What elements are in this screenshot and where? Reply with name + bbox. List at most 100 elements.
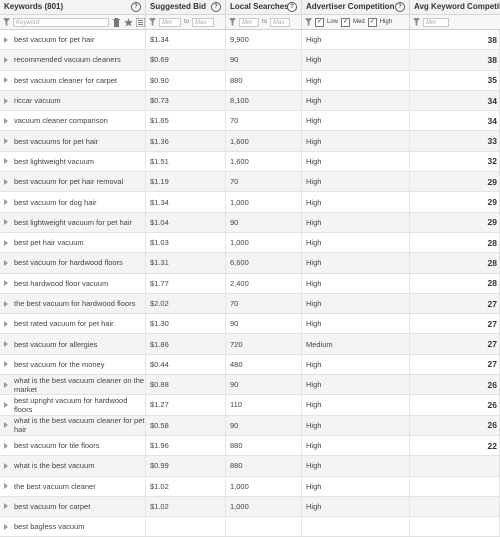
expand-arrow-icon[interactable] [4,239,8,246]
keyword-cell: best upright vacuum for hardwood floors [0,395,146,415]
bid-min-input[interactable]: Min [159,17,181,27]
expand-arrow-icon[interactable] [4,259,8,266]
expand-arrow-icon[interactable] [4,361,8,368]
keyword-cell: best vacuum for dog hair [0,192,146,212]
avg-min-input[interactable]: Min [423,17,449,27]
keyword-filter-input[interactable]: Keyword [13,17,109,27]
table-row[interactable]: what is the best vacuum cleaner on the m… [0,375,500,396]
expand-arrow-icon[interactable] [4,422,8,429]
expand-arrow-icon[interactable] [4,523,8,530]
competition-cell: High [302,273,410,293]
expand-arrow-icon[interactable] [4,280,8,287]
bid-text: $1.96 [150,441,169,451]
table-row[interactable]: best hardwood floor vacuum $1.77 2,400 High… [0,273,500,294]
table-row[interactable]: best pet hair vacuum $1.03 1,000 High 28 [0,232,500,254]
trash-icon[interactable] [112,17,121,27]
star-icon[interactable] [124,17,133,27]
bid-text: $1.02 [150,481,169,491]
table-row[interactable]: best vacuum for hardwood floors $1.31 6,60… [0,253,500,274]
expand-arrow-icon[interactable] [4,381,8,388]
table-row[interactable]: the best vacuum for hardwood floors $2.02… [0,293,500,315]
low-checkbox[interactable]: ✓ [315,17,324,27]
avg-cell: 35 [410,70,500,90]
help-icon[interactable]: ? [131,2,141,12]
bid-max-input[interactable]: Max [192,17,215,27]
table-row[interactable]: best lightweight vacuum for pet hair $1.0… [0,212,500,233]
bid-text: $1.19 [150,177,169,187]
col-competition-header[interactable]: Advertiser Competition ? [302,0,410,14]
table-row[interactable]: best vacuum for carpet $1.02 1,000 High [0,496,500,518]
expand-arrow-icon[interactable] [4,199,8,206]
avg-cell: 29 [410,192,500,212]
expand-arrow-icon[interactable] [4,56,8,63]
table-row[interactable]: best vacuum for tile floors $1.96 880 High 2… [0,435,500,457]
col-competition-label: Advertiser Competition [306,2,395,11]
keyword-cell: best lightweight vacuum for pet hair [0,212,146,232]
searches-max-input[interactable]: Max [270,17,291,27]
expand-arrow-icon[interactable] [4,401,8,408]
table-row[interactable]: best vacuum for pet hair $1.34 9,900 High 38 [0,30,500,51]
table-row[interactable]: best rated vacuum for pet hair $1.30 90 Hig… [0,314,500,335]
expand-arrow-icon[interactable] [4,117,8,124]
searches-cell: 480 [226,354,302,375]
keyword-text: best vacuum for allergies [14,339,98,349]
help-icon[interactable]: ? [287,2,297,12]
expand-arrow-icon[interactable] [4,97,8,104]
table-row[interactable]: riccar vacuum $0.73 8,100 High 34 [0,90,500,112]
avg-text: 28 [487,278,497,289]
high-checkbox[interactable]: ✓ [367,17,377,27]
funnel-icon[interactable] [305,18,312,26]
table-row[interactable]: best vacuum cleaner for carpet $0.90 880 Hi… [0,70,500,91]
col-keywords-label: Keywords (801) [4,2,64,11]
table-row[interactable]: best vacuums for pet hair $1.36 1,600 High 3… [0,131,500,152]
med-checkbox[interactable]: ✓ [341,17,351,27]
funnel-icon[interactable] [3,18,10,26]
list-icon[interactable] [136,17,145,27]
expand-arrow-icon[interactable] [4,158,8,165]
expand-arrow-icon[interactable] [4,36,8,43]
expand-arrow-icon[interactable] [4,138,8,145]
col-searches-header[interactable]: Local Searches ? [226,0,302,14]
searches-cell: 1,000 [226,232,302,253]
funnel-icon[interactable] [413,18,420,26]
searches-min-input[interactable]: Min [239,17,259,27]
expand-arrow-icon[interactable] [4,320,8,327]
table-row[interactable]: vacuum cleaner comparison $1.65 70 High 34 [0,111,500,132]
help-icon[interactable]: ? [395,2,405,12]
col-bid-header[interactable]: Suggested Bid ? [146,0,226,14]
expand-arrow-icon[interactable] [4,462,8,469]
competition-cell: Medium [302,334,410,354]
table-row[interactable]: best lightweight vacuum $1.51 1,600 High 32 [0,151,500,173]
table-row[interactable]: recommended vacuum cleaners $0.69 90 High 38 [0,50,500,71]
expand-arrow-icon[interactable] [4,219,8,226]
competition-text: High [306,35,322,45]
searches-cell: 70 [226,111,302,131]
expand-arrow-icon[interactable] [4,503,8,510]
searches-cell: 1,000 [226,476,302,496]
competition-cell: High [302,314,410,334]
table-row[interactable]: what is the best vacuum $0.99 880 High [0,456,500,477]
table-row[interactable]: best upright vacuum for hardwood floors $… [0,395,500,416]
bid-text: $1.77 [150,278,169,288]
expand-arrow-icon[interactable] [4,300,8,307]
funnel-icon[interactable] [149,18,156,26]
table-row[interactable]: best bagless vacuum [0,517,500,537]
table-row[interactable]: what is the best vacuum cleaner for pet … [0,415,500,436]
table-row[interactable]: best vacuum for the money $0.44 480 High 27 [0,354,500,376]
table-row[interactable]: best vacuum for dog hair $1.34 1,000 High 29 [0,192,500,213]
expand-arrow-icon[interactable] [4,483,8,490]
table-row[interactable]: best vacuum for pet hair removal $1.19 70 H… [0,172,500,193]
expand-arrow-icon[interactable] [4,442,8,449]
col-keywords-header[interactable]: Keywords (801) ? [0,0,146,14]
col-avg-header[interactable]: Avg Keyword Competition [410,0,500,14]
expand-arrow-icon[interactable] [4,341,8,348]
help-icon[interactable]: ? [211,2,221,12]
table-row[interactable]: best vacuum for allergies $1.86 720 Medium 2… [0,334,500,355]
funnel-icon[interactable] [229,18,236,26]
expand-arrow-icon[interactable] [4,178,8,185]
table-row[interactable]: the best vacuum cleaner $1.02 1,000 High [0,476,500,497]
keyword-text: best bagless vacuum [14,522,85,532]
avg-cell [410,476,500,496]
expand-arrow-icon[interactable] [4,77,8,84]
avg-cell: 27 [410,334,500,354]
